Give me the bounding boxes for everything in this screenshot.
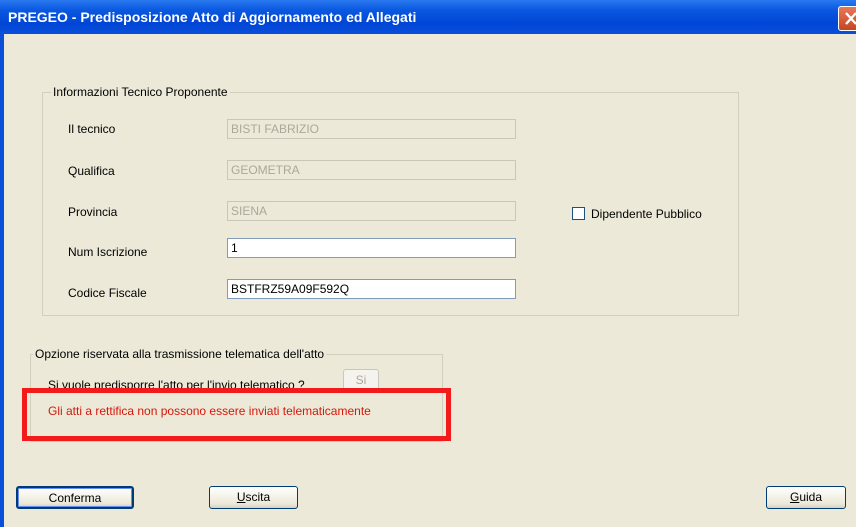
uscita-label: scita [245, 490, 271, 504]
codice-fiscale-input[interactable]: BSTFRZ59A09F592Q [227, 279, 516, 299]
provincia-field: SIENA [227, 201, 516, 221]
qualifica-label: Qualifica [68, 164, 115, 178]
guida-button[interactable]: Guida [766, 486, 846, 509]
window-title: PREGEO - Predisposizione Atto di Aggiorn… [8, 9, 417, 25]
tecnico-field: BISTI FABRIZIO [227, 119, 516, 139]
telematica-group-title: Opzione riservata alla trasmissione tele… [33, 347, 327, 361]
tecnico-group-title: Informazioni Tecnico Proponente [51, 85, 230, 99]
provincia-label: Provincia [68, 205, 118, 219]
dialog-window: PREGEO - Predisposizione Atto di Aggiorn… [0, 0, 856, 527]
num-iscrizione-label: Num Iscrizione [68, 245, 148, 259]
window-border [0, 34, 4, 527]
guida-label: uida [799, 490, 823, 504]
uscita-button[interactable]: Uscita [209, 486, 298, 509]
codice-fiscale-label: Codice Fiscale [68, 286, 147, 300]
close-button[interactable] [838, 6, 856, 31]
num-iscrizione-input[interactable]: 1 [227, 238, 516, 258]
guida-accelerator: G [789, 490, 800, 504]
warning-text: Gli atti a rettifica non possono essere … [48, 404, 371, 418]
qualifica-field: GEOMETRA [227, 160, 516, 180]
dipendente-pubblico-checkbox[interactable] [572, 207, 585, 220]
dipendente-pubblico-label[interactable]: Dipendente Pubblico [591, 207, 702, 221]
title-bar[interactable]: PREGEO - Predisposizione Atto di Aggiorn… [0, 0, 856, 34]
conferma-button[interactable]: Conferma [16, 486, 134, 509]
close-icon [845, 12, 856, 25]
tecnico-label: Il tecnico [68, 122, 116, 136]
